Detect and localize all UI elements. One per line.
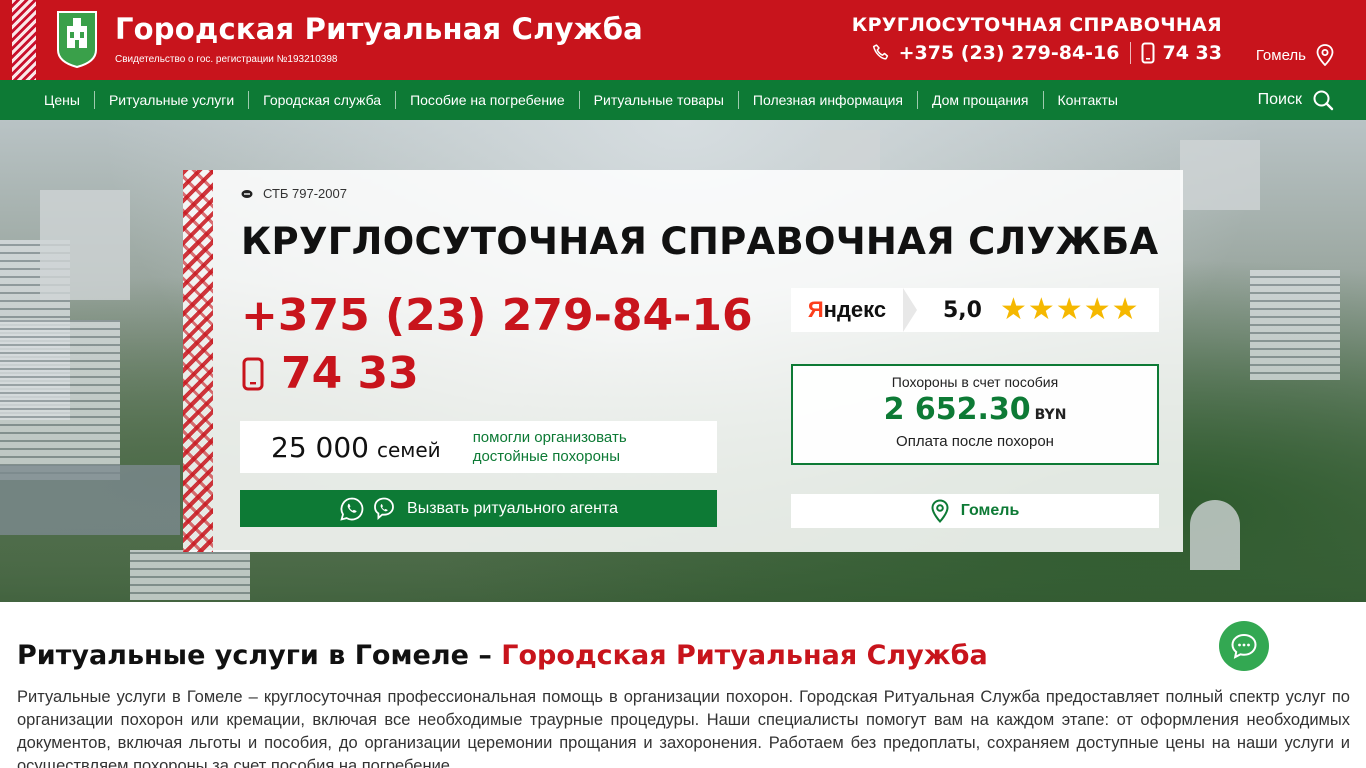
star-icon: ★: [1027, 292, 1056, 327]
nav-item-ritual-services[interactable]: Ритуальные услуги: [93, 91, 248, 109]
hotline-phones: +375 (23) 279-84-16 74 33: [871, 42, 1222, 64]
coat-of-arms-logo[interactable]: [56, 10, 98, 68]
families-unit: семей: [376, 438, 441, 462]
main-navigation: Цены Ритуальные услуги Городская служба …: [0, 80, 1366, 120]
nav-item-prices[interactable]: Цены: [44, 91, 94, 109]
call-agent-button[interactable]: Вызвать ритуального агента: [240, 490, 717, 527]
benefit-note: Оплата после похорон: [896, 433, 1054, 450]
header-short-phone-link[interactable]: 74 33: [1163, 42, 1223, 64]
intro-heading: Ритуальные услуги в Гомеле – Городская Р…: [17, 640, 988, 671]
mobile-icon: [1141, 42, 1154, 64]
benefit-currency: BYN: [1034, 407, 1067, 423]
background-building: [1190, 500, 1240, 570]
intro-paragraph: Ритуальные услуги в Гомеле – круглосуточ…: [17, 688, 1350, 768]
city-button[interactable]: Гомель: [791, 494, 1159, 528]
city-selector[interactable]: Гомель: [1256, 44, 1334, 66]
phone-icon: [872, 44, 888, 60]
header-phone-link[interactable]: +375 (23) 279-84-16: [899, 42, 1120, 64]
rating-score: 5,0: [943, 297, 982, 323]
families-number: 25 000: [271, 430, 369, 464]
families-note-line-2: достойные похороны: [472, 448, 620, 465]
nav-menu: Цены Ритуальные услуги Городская служба …: [44, 80, 1132, 120]
nav-item-ritual-goods[interactable]: Ритуальные товары: [578, 91, 738, 109]
intro-heading-main: Ритуальные услуги в Гомеле –: [17, 640, 502, 671]
std-mark-icon: [241, 189, 253, 198]
families-note: помогли организовать достойные похороны: [473, 428, 627, 466]
families-stat: 25 000 семей помогли организовать достой…: [240, 421, 717, 473]
star-icon: ★: [1083, 292, 1112, 327]
divider: [1129, 42, 1131, 64]
nav-item-burial-allowance[interactable]: Пособие на погребение: [395, 91, 579, 109]
star-icon: ★: [1055, 292, 1084, 327]
intro-section: Ритуальные услуги в Гомеле – Городская Р…: [0, 602, 1366, 768]
nav-item-useful-info[interactable]: Полезная информация: [737, 91, 917, 109]
call-agent-label: Вызвать ритуального агента: [407, 499, 618, 517]
top-header: Городская Ритуальная Служба Свидетельств…: [0, 0, 1366, 120]
standard-mark: СТБ 797-2007: [241, 186, 347, 201]
benefit-amount-value: 2 652.30: [883, 392, 1031, 427]
viber-icon: [374, 497, 394, 520]
benefit-amount: 2 652.30 BYN: [793, 392, 1157, 427]
nav-item-contacts[interactable]: Контакты: [1042, 91, 1132, 109]
search-icon: [1313, 90, 1334, 111]
registration-note: Свидетельство о гос. регистрации №193210…: [115, 54, 338, 65]
search-button[interactable]: Поиск: [1258, 89, 1334, 111]
benefit-box[interactable]: Похороны в счет пособия 2 652.30 BYN Опла…: [791, 364, 1159, 465]
background-building: [40, 190, 130, 300]
chat-icon: [1231, 633, 1257, 659]
nav-item-farewell-house[interactable]: Дом прощания: [916, 91, 1043, 109]
hero-phone-link[interactable]: +375 (23) 279-84-16: [241, 290, 753, 341]
intro-heading-accent: Городская Ритуальная Служба: [501, 640, 988, 671]
background-building: [130, 550, 250, 600]
yandex-logo-letter: Я: [807, 297, 824, 322]
card-ornament: [183, 170, 213, 552]
chat-widget-button[interactable]: [1219, 621, 1269, 671]
whatsapp-icon: [340, 497, 364, 521]
yandex-logo-rest: ндекс: [823, 297, 887, 322]
rating-divider: [903, 288, 917, 332]
hero-short-phone-link[interactable]: 74 33: [241, 348, 419, 399]
location-pin-icon: [931, 499, 949, 523]
hotline-title: КРУГЛОСУТОЧНАЯ СПРАВОЧНАЯ: [851, 14, 1222, 36]
mobile-icon: [242, 357, 264, 390]
families-note-line-1: помогли организовать: [472, 429, 627, 446]
star-icon: ★: [999, 292, 1028, 327]
city-button-label: Гомель: [960, 502, 1020, 519]
hero-title: КРУГЛОСУТОЧНАЯ СПРАВОЧНАЯ СЛУЖБА: [241, 220, 1159, 263]
location-pin-icon: [1316, 44, 1334, 66]
search-label: Поиск: [1257, 91, 1302, 108]
benefit-label: Похороны в счет пособия: [891, 374, 1059, 390]
city-label: Гомель: [1255, 46, 1306, 64]
short-phone-number: 74 33: [281, 348, 419, 399]
star-icon: ★: [1111, 292, 1140, 327]
background-building: [0, 465, 180, 535]
background-building: [1250, 270, 1340, 380]
yandex-rating[interactable]: Яндекс 5,0 ★★★★★: [791, 288, 1159, 332]
background-building: [1180, 140, 1260, 210]
background-building: [0, 320, 120, 480]
yandex-logo: Яндекс: [791, 288, 903, 332]
nav-item-city-service[interactable]: Городская служба: [248, 91, 395, 109]
rating-stars: ★★★★★: [1000, 295, 1140, 325]
standard-text: СТБ 797-2007: [263, 186, 347, 201]
hero-card: СТБ 797-2007 КРУГЛОСУТОЧНАЯ СПРАВОЧНАЯ С…: [183, 170, 1183, 552]
brand-title[interactable]: Городская Ритуальная Служба: [115, 12, 643, 46]
